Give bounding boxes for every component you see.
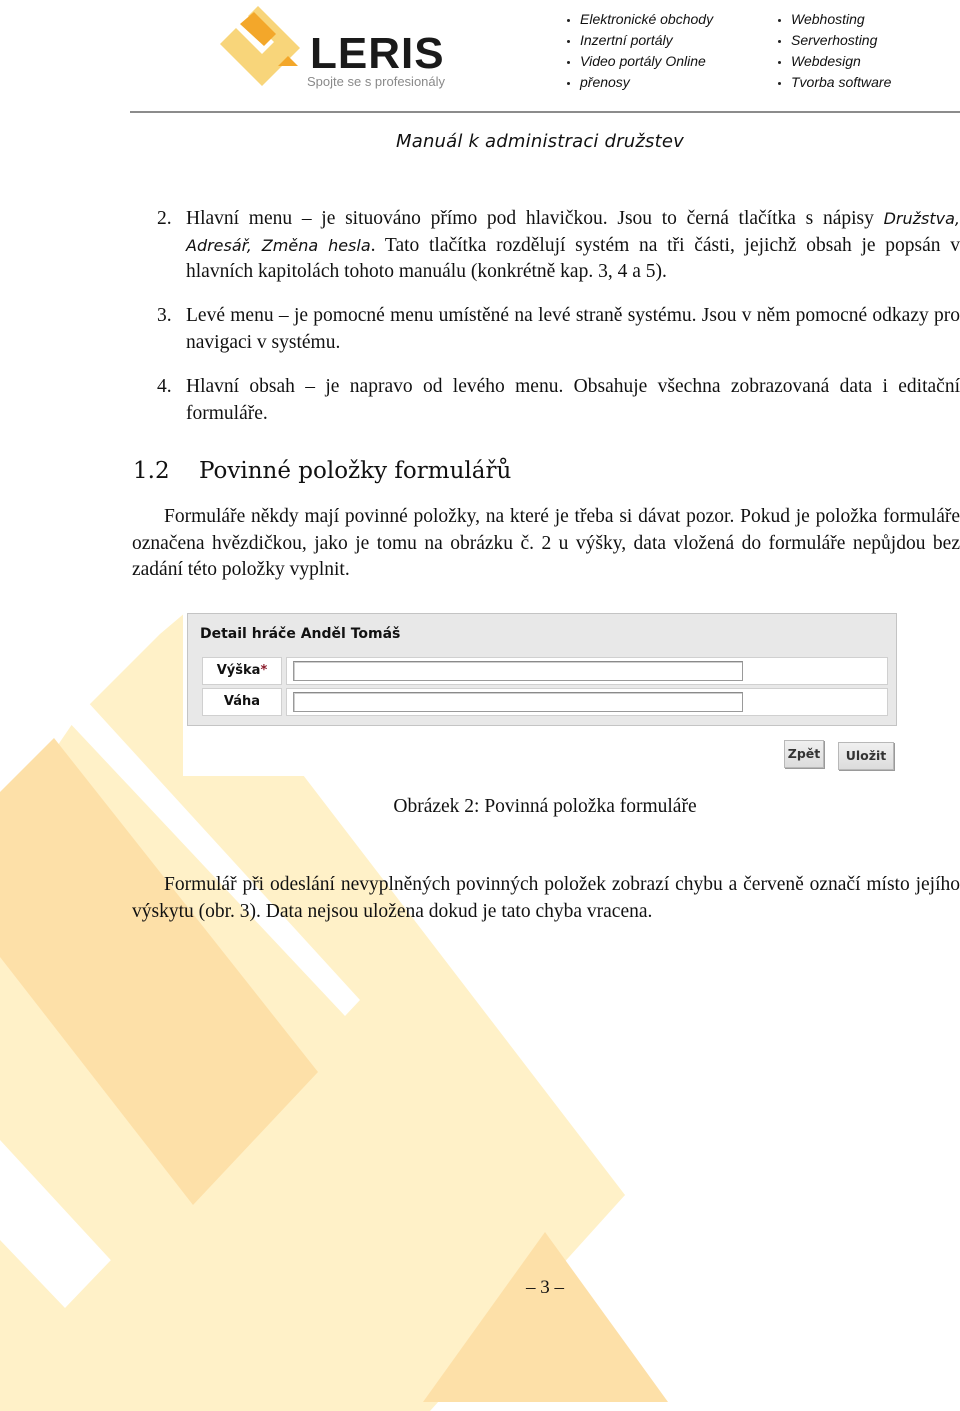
leris-logo: LERIS Spojte se s profesionály [214,4,454,94]
paragraph: Formuláře někdy mají povinné položky, na… [132,506,960,580]
dash: – [273,305,294,326]
logo-mark-icon [220,6,300,86]
paragraph: Formulář při odeslání nevyplněných povin… [132,874,960,922]
save-button[interactable]: Uložit [838,742,894,770]
service-item: Inzertní portály [565,30,713,51]
list-item: 4. Hlavní obsah – je napravo od levého m… [157,374,960,427]
services-list-left: Elektronické obchody Inzertní portály Vi… [565,9,713,93]
page-number: – 3 – [526,1277,564,1298]
field-cell [286,657,888,685]
service-item: Serverhosting [776,30,891,51]
list-item-term: Levé menu [186,305,274,326]
list-item-number: 4. [157,376,172,397]
dash: – [294,376,326,397]
document-title: Manuál k administraci družstev [395,131,684,152]
vaha-input[interactable] [293,692,743,712]
list-item-text: je pomocné menu umístěné na levé straně … [186,305,960,353]
required-star: * [260,663,268,678]
player-detail-form: Detail hráče Anděl Tomáš Výška* Váha [187,613,897,726]
service-item: Elektronické obchody [565,9,713,30]
list-item-text: je situováno přímo pod hlavičkou. Jsou t… [321,208,884,229]
figure-caption: Obrázek 2: Povinná položka formuláře [393,796,697,817]
field-label-vaha: Váha [202,688,282,716]
back-button[interactable]: Zpět [784,740,824,768]
field-cell [286,688,888,716]
services-list-right: Webhosting Serverhosting Webdesign Tvorb… [776,9,891,93]
section-title: Povinné položky formulářů [199,458,512,484]
list-item-number: 3. [157,305,172,326]
vyska-input[interactable] [293,661,743,681]
figure-screenshot: Detail hráče Anděl Tomáš Výška* Váha Zpě… [183,610,905,776]
service-item: Video portály Online [565,51,713,72]
service-item: přenosy [565,72,713,93]
section-heading: 1.2 Povinné položky formulářů [133,458,511,484]
service-item: Webdesign [776,51,891,72]
logo-brand: LERIS [310,29,445,78]
dash: – [292,208,322,229]
field-label-vyska: Výška* [202,657,282,685]
service-item: Webhosting [776,9,891,30]
section-number: 1.2 [133,458,170,484]
form-row-vaha: Váha [202,688,888,716]
logo-tagline: Spojte se s profesionály [307,74,446,89]
header-divider [130,111,960,113]
list-item-number: 2. [157,208,172,229]
label-text: Výška [216,663,261,678]
form-row-vyska: Výška* [202,657,888,685]
form-title: Detail hráče Anděl Tomáš [200,626,401,642]
list-item: 3. Levé menu – je pomocné menu umístěné … [157,303,960,356]
list-item-term: Hlavní obsah [186,376,295,397]
service-item: Tvorba software [776,72,891,93]
list-item-term: Hlavní menu [186,208,293,229]
label-text: Váha [223,694,261,709]
list-item: 2. Hlavní menu – je situováno přímo pod … [157,206,960,286]
